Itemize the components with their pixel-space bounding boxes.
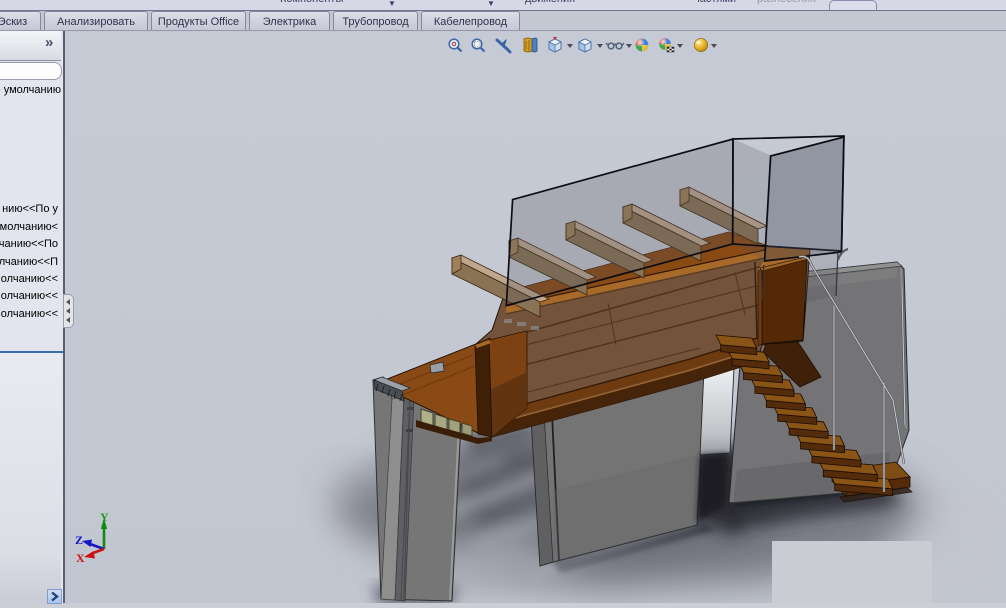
svg-text:X: X (76, 551, 85, 565)
svg-text:Z: Z (75, 533, 83, 547)
svg-text:Y: Y (100, 510, 109, 524)
